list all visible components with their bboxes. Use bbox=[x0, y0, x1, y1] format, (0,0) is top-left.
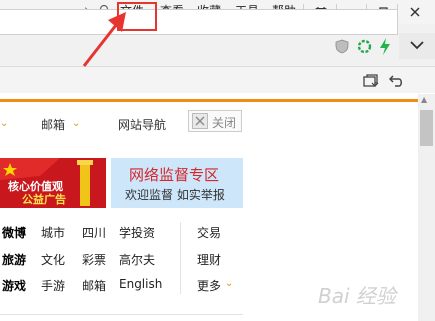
chevron-down-icon[interactable]: ⌄ bbox=[0, 118, 8, 129]
link-travel[interactable]: 旅游 bbox=[2, 251, 26, 268]
link-invest[interactable]: 学投资 bbox=[119, 224, 155, 241]
link-culture[interactable]: 文化 bbox=[41, 251, 65, 268]
nav-site-navigation-link[interactable]: 网站导航 bbox=[118, 116, 166, 133]
close-icon bbox=[410, 7, 420, 17]
divider bbox=[180, 222, 181, 294]
annotation-arrow bbox=[82, 12, 126, 67]
nav-mail-link[interactable]: 邮箱 bbox=[41, 116, 65, 133]
link-mobile-games[interactable]: 手游 bbox=[41, 277, 65, 294]
link-more[interactable]: 更多 bbox=[197, 277, 221, 294]
link-games[interactable]: 游戏 bbox=[2, 277, 26, 294]
tabs-icon[interactable] bbox=[363, 74, 379, 88]
link-weibo[interactable]: 微博 bbox=[2, 224, 26, 241]
banner-red-line2: 公益广告 bbox=[22, 193, 66, 206]
link-english[interactable]: English bbox=[119, 277, 162, 291]
core-values-banner[interactable]: 核心价值观 公益广告 bbox=[0, 158, 106, 208]
chevron-down-icon[interactable]: ⌄ bbox=[72, 118, 80, 129]
link-city[interactable]: 城市 bbox=[41, 224, 65, 241]
banner-blue-title: 网络监督专区 bbox=[129, 166, 220, 184]
link-trade[interactable]: 交易 bbox=[197, 224, 221, 241]
close-nav-label: 关闭 bbox=[212, 116, 237, 130]
link-mail[interactable]: 邮箱 bbox=[82, 277, 106, 294]
address-dropdown-button[interactable] bbox=[399, 33, 435, 59]
divider bbox=[0, 314, 243, 315]
link-finance[interactable]: 理财 bbox=[197, 251, 221, 268]
link-lottery[interactable]: 彩票 bbox=[82, 251, 106, 268]
shield-icon[interactable] bbox=[335, 39, 349, 54]
accent-divider bbox=[0, 99, 418, 102]
refresh-icon[interactable] bbox=[357, 39, 372, 54]
close-button[interactable] bbox=[400, 0, 430, 24]
network-supervision-banner[interactable]: 网络监督专区 欢迎监督 如实举报 bbox=[111, 158, 243, 208]
undo-icon[interactable] bbox=[389, 74, 404, 88]
scrollbar-thumb[interactable] bbox=[420, 110, 433, 146]
address-input[interactable] bbox=[0, 9, 398, 35]
link-sichuan[interactable]: 四川 bbox=[82, 224, 106, 241]
watermark: Bai 经验 bbox=[318, 284, 396, 308]
close-x-icon bbox=[192, 113, 208, 129]
chevron-down-icon[interactable]: ⌄ bbox=[225, 278, 233, 289]
scroll-up-icon[interactable]: ▲ bbox=[421, 95, 427, 104]
close-nav-button[interactable]: 关闭 bbox=[188, 110, 242, 132]
link-golf[interactable]: 高尔夫 bbox=[119, 251, 155, 268]
chevron-down-icon bbox=[410, 41, 424, 50]
banner-blue-subtitle: 欢迎监督 如实举报 bbox=[125, 188, 225, 202]
lightning-icon[interactable] bbox=[379, 38, 391, 55]
